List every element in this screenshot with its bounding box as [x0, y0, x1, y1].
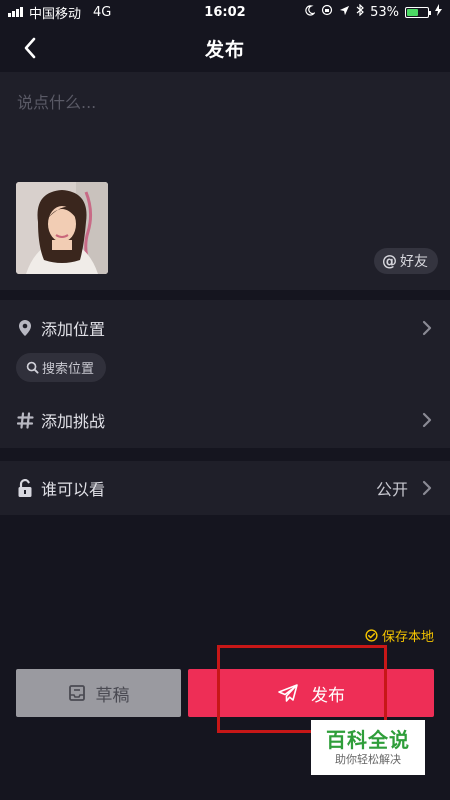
paper-plane-icon [278, 684, 298, 702]
unlock-icon [16, 478, 34, 497]
draft-box-icon [68, 685, 85, 701]
bluetooth-icon [356, 3, 364, 20]
chevron-right-icon [420, 479, 434, 497]
location-challenge-panel: 添加位置 搜索位置 添加挑战 [0, 300, 450, 448]
chevron-right-icon [420, 319, 434, 337]
search-icon [26, 361, 39, 374]
search-location-label: 搜索位置 [42, 362, 95, 377]
signal-icon [8, 7, 23, 17]
battery-percent: 53% [370, 4, 399, 20]
publish-button[interactable]: 发布 [188, 669, 434, 717]
page-title: 发布 [204, 38, 245, 61]
add-location-label: 添加位置 [41, 320, 106, 339]
draft-label: 草稿 [95, 685, 130, 706]
save-local-label: 保存本地 [381, 630, 434, 645]
watermark-logo: 百科全说 助你轻松解决 [311, 720, 425, 775]
status-right: 53% [304, 3, 442, 20]
video-cover-thumbnail[interactable] [16, 182, 108, 274]
charging-icon [435, 4, 442, 20]
who-can-see-row[interactable]: 谁可以看 公开 [0, 466, 450, 510]
draft-button[interactable]: 草稿 [16, 669, 181, 717]
publish-label: 发布 [311, 685, 345, 706]
carrier-name: 中国移动 [29, 6, 82, 22]
who-can-see-label: 谁可以看 [41, 480, 106, 499]
nav-bar: 发布 [0, 24, 450, 72]
privacy-panel: 谁可以看 公开 [0, 461, 450, 515]
battery-icon [405, 6, 431, 18]
status-bar: 中国移动 4G 16:02 53% [0, 0, 450, 24]
add-challenge-row[interactable]: 添加挑战 [0, 398, 450, 442]
rotation-lock-icon [321, 4, 333, 20]
hashtag-icon [16, 411, 34, 429]
search-location-chip[interactable]: 搜索位置 [16, 353, 107, 382]
moon-icon [304, 4, 316, 20]
save-local-toggle[interactable]: 保存本地 [365, 626, 434, 645]
add-challenge-label: 添加挑战 [41, 412, 106, 431]
add-location-row[interactable]: 添加位置 [0, 306, 450, 350]
mention-friends-button[interactable]: @ 好友 [374, 248, 438, 274]
mention-friends-label: 好友 [400, 254, 428, 270]
at-icon: @ [382, 252, 397, 270]
chevron-right-icon [420, 411, 434, 429]
location-arrow-icon [339, 5, 350, 20]
caption-panel: @ 好友 [0, 72, 450, 290]
check-circle-icon [365, 629, 378, 642]
battery-fill [407, 8, 418, 16]
chevron-left-icon [24, 37, 36, 59]
network-type: 4G [93, 4, 112, 20]
watermark-subtitle: 助你轻松解决 [335, 753, 401, 766]
status-left: 中国移动 4G [8, 3, 111, 22]
caption-input[interactable] [17, 88, 427, 116]
cover-image [16, 182, 108, 274]
visibility-value: 公开 [375, 480, 408, 499]
location-pin-icon [16, 319, 34, 337]
back-button[interactable] [16, 34, 44, 62]
watermark-title: 百科全说 [326, 728, 410, 752]
